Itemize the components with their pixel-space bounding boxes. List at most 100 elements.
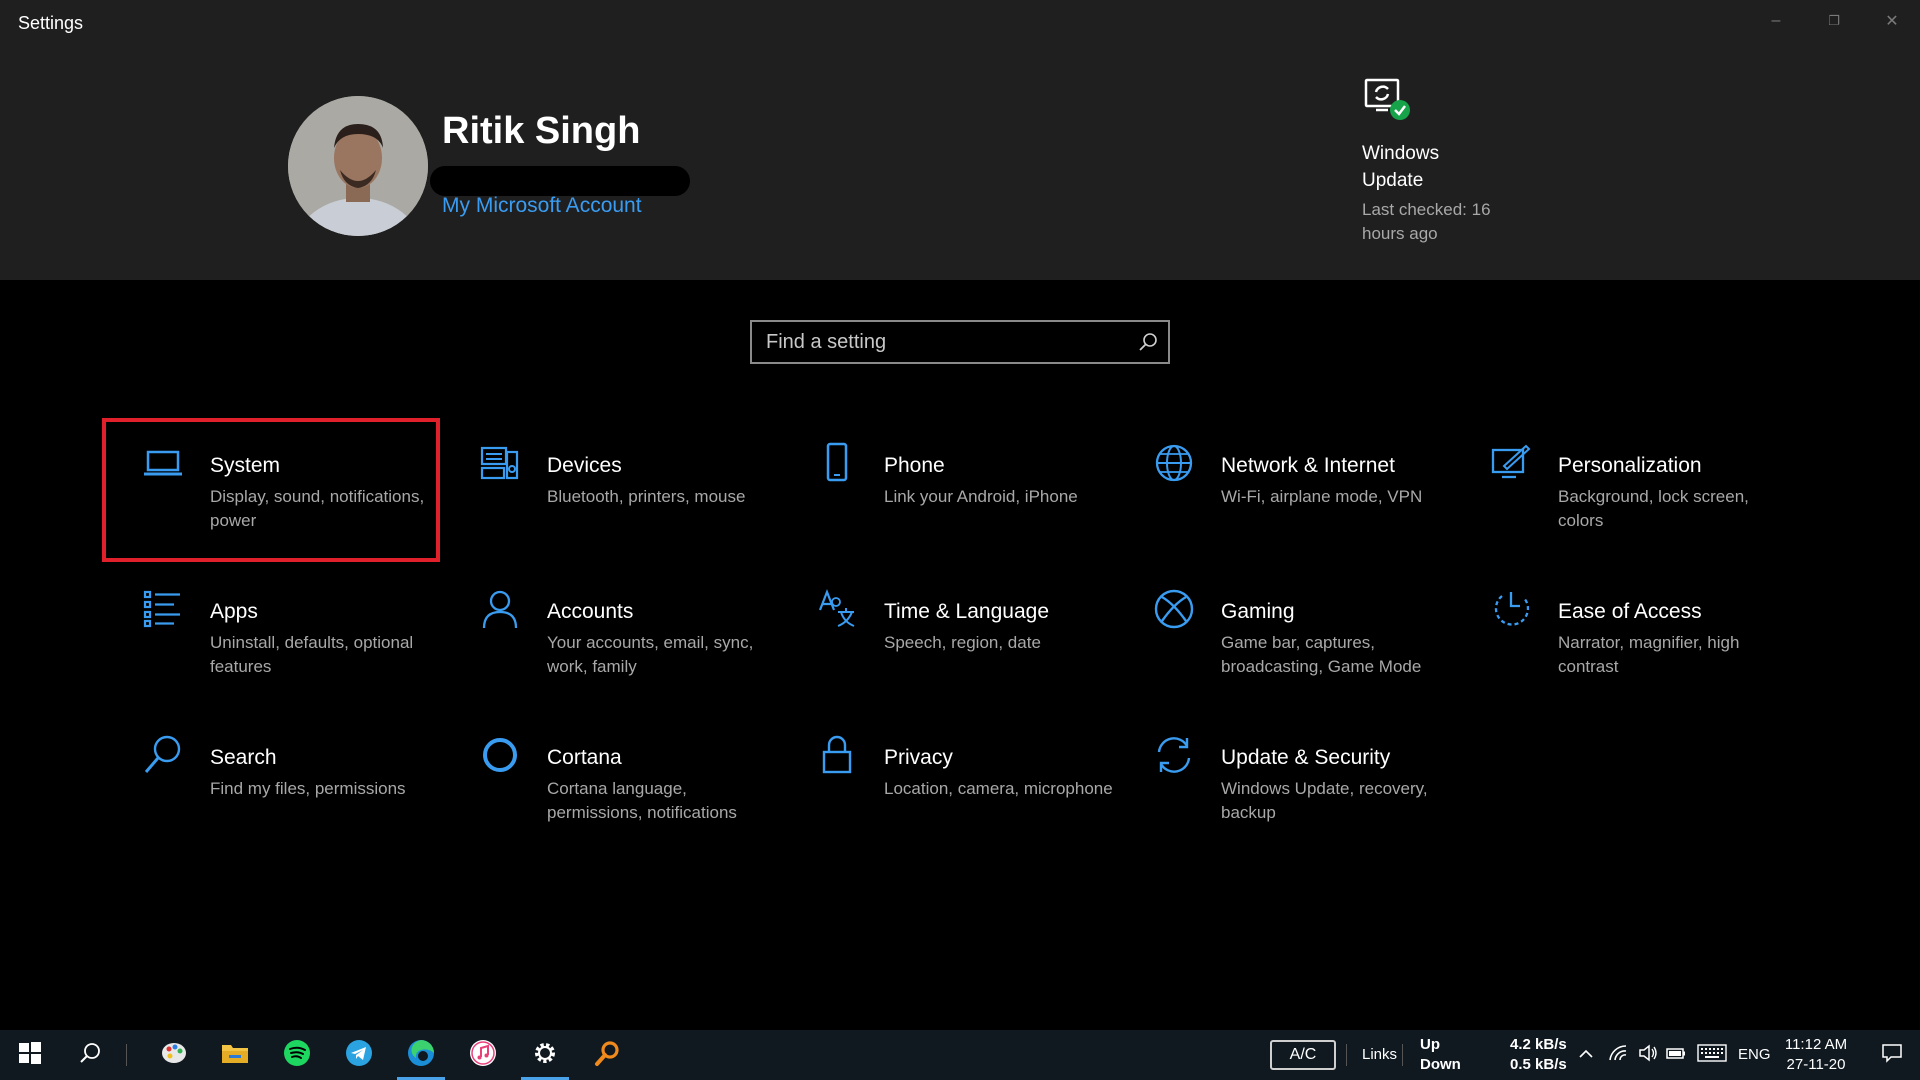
wifi-icon (1608, 1044, 1628, 1067)
input-language[interactable]: ENG (1738, 1046, 1771, 1064)
close-button[interactable]: ✕ (1864, 6, 1920, 36)
windows-update-shortcut[interactable]: Windows Update Last checked: 16 hours ag… (1362, 74, 1542, 246)
taskbar-app-paint[interactable] (146, 1030, 202, 1080)
avatar (288, 96, 428, 236)
taskbar-app-search-tool[interactable] (579, 1030, 635, 1080)
taskbar-app-edge[interactable] (393, 1030, 449, 1080)
volume-button[interactable] (1634, 1030, 1662, 1080)
category-description: Cortana language, permissions, notificat… (547, 779, 737, 822)
laptop-icon (142, 442, 184, 484)
ease-of-access-icon (1490, 588, 1532, 630)
sync-arrows-icon (1153, 734, 1195, 776)
windows-update-icon (1362, 74, 1410, 122)
category-personalization[interactable]: Personalization Background, lock screen,… (1454, 422, 1784, 558)
category-network[interactable]: Network & Internet Wi-Fi, airplane mode,… (1117, 422, 1447, 558)
paint-palette-icon (160, 1039, 188, 1072)
windows-logo-icon (19, 1041, 41, 1069)
category-privacy[interactable]: Privacy Location, camera, microphone (780, 714, 1113, 850)
orange-magnifier-icon (593, 1039, 621, 1072)
battery-button[interactable] (1662, 1030, 1690, 1080)
windows-update-title: Windows Update (1362, 143, 1440, 191)
gear-icon (532, 1040, 558, 1071)
settings-search-input[interactable] (752, 330, 1128, 354)
time-language-icon (816, 588, 858, 630)
category-devices[interactable]: Devices Bluetooth, printers, mouse (443, 422, 773, 558)
touch-keyboard-button[interactable] (1694, 1030, 1730, 1080)
category-name: Devices (547, 454, 622, 477)
taskbar-search-button[interactable] (62, 1030, 118, 1080)
clock-date[interactable]: 27-11-20 (1784, 1056, 1848, 1074)
links-toolbar[interactable]: Links (1362, 1046, 1397, 1064)
category-description: Location, camera, microphone (884, 779, 1113, 798)
spotify-icon (283, 1039, 311, 1072)
category-ease-of-access[interactable]: Ease of Access Narrator, magnifier, high… (1454, 568, 1784, 704)
category-gaming[interactable]: Gaming Game bar, captures, broadcasting,… (1117, 568, 1447, 704)
ac-indicator[interactable]: A/C (1270, 1040, 1336, 1070)
category-update-security[interactable]: Update & Security Windows Update, recove… (1117, 714, 1447, 850)
category-accounts[interactable]: Accounts Your accounts, email, sync, wor… (443, 568, 773, 704)
pen-screen-icon (1490, 442, 1532, 484)
category-description: Narrator, magnifier, high contrast (1558, 633, 1740, 676)
keyboard-icon (1697, 1043, 1727, 1067)
search-icon[interactable] (1128, 322, 1168, 362)
person-icon (479, 588, 521, 630)
app-list-icon (142, 588, 184, 630)
category-description: Background, lock screen, colors (1558, 487, 1749, 530)
category-name: Privacy (884, 746, 953, 769)
battery-icon (1666, 1046, 1686, 1065)
chevron-up-icon (1578, 1046, 1594, 1064)
net-up-label: Up (1420, 1036, 1440, 1053)
lock-icon (816, 734, 858, 776)
cortana-ring-icon (479, 734, 521, 776)
tray-divider (1402, 1044, 1403, 1066)
category-description: Wi-Fi, airplane mode, VPN (1221, 487, 1423, 506)
telegram-icon (345, 1039, 373, 1072)
taskbar-app-settings[interactable] (517, 1030, 573, 1080)
app-title: Settings (18, 13, 84, 33)
settings-search-box[interactable] (750, 320, 1170, 364)
category-description: Your accounts, email, sync, work, family (547, 633, 754, 676)
network-status-button[interactable] (1604, 1030, 1632, 1080)
start-button[interactable] (2, 1030, 58, 1080)
category-name: Accounts (547, 600, 634, 623)
keyboard-speaker-icon (479, 442, 521, 484)
category-search[interactable]: Search Find my files, permissions (106, 714, 436, 850)
category-apps[interactable]: Apps Uninstall, defaults, optional featu… (106, 568, 436, 704)
microsoft-account-link[interactable]: My Microsoft Account (442, 194, 642, 218)
category-name: Cortana (547, 746, 622, 769)
windows-update-status: Last checked: 16 hours ago (1362, 200, 1491, 243)
clock-time[interactable]: 11:12 AM (1784, 1036, 1848, 1054)
itunes-icon (469, 1039, 497, 1072)
minimize-button[interactable]: – (1748, 6, 1804, 36)
category-phone[interactable]: Phone Link your Android, iPhone (780, 422, 1110, 558)
category-cortana[interactable]: Cortana Cortana language, permissions, n… (443, 714, 773, 850)
action-center-button[interactable] (1864, 1030, 1920, 1080)
taskbar: A/C Links Up Down 4.2 kB/s 0.5 kB/s ENG … (0, 1030, 1920, 1080)
category-description: Display, sound, notifications, power (210, 487, 425, 530)
category-name: Phone (884, 454, 945, 477)
taskbar-app-spotify[interactable] (269, 1030, 325, 1080)
category-name: Time & Language (884, 600, 1049, 623)
category-name: Search (210, 746, 277, 769)
edge-browser-icon (406, 1038, 436, 1073)
phone-icon (816, 442, 858, 484)
category-name: System (210, 454, 281, 477)
taskbar-app-file-explorer[interactable] (207, 1030, 263, 1080)
search-icon (79, 1042, 101, 1069)
folder-icon (221, 1041, 249, 1070)
category-name: Update & Security (1221, 746, 1391, 769)
show-hidden-icons-button[interactable] (1574, 1030, 1598, 1080)
net-down-speed: 0.5 kB/s (1510, 1056, 1567, 1073)
category-name: Ease of Access (1558, 600, 1702, 623)
account-header: Ritik Singh My Microsoft Account Windows… (0, 46, 1920, 280)
category-description: Find my files, permissions (210, 779, 406, 798)
taskbar-app-itunes[interactable] (455, 1030, 511, 1080)
category-name: Apps (210, 600, 258, 623)
title-bar: Settings – ❐ ✕ (0, 0, 1920, 46)
taskbar-app-telegram[interactable] (331, 1030, 387, 1080)
category-system[interactable]: System Display, sound, notifications, po… (102, 418, 440, 562)
category-time-language[interactable]: Time & Language Speech, region, date (780, 568, 1110, 704)
globe-icon (1153, 442, 1195, 484)
restore-button[interactable]: ❐ (1806, 6, 1862, 36)
category-description: Game bar, captures, broadcasting, Game M… (1221, 633, 1422, 676)
